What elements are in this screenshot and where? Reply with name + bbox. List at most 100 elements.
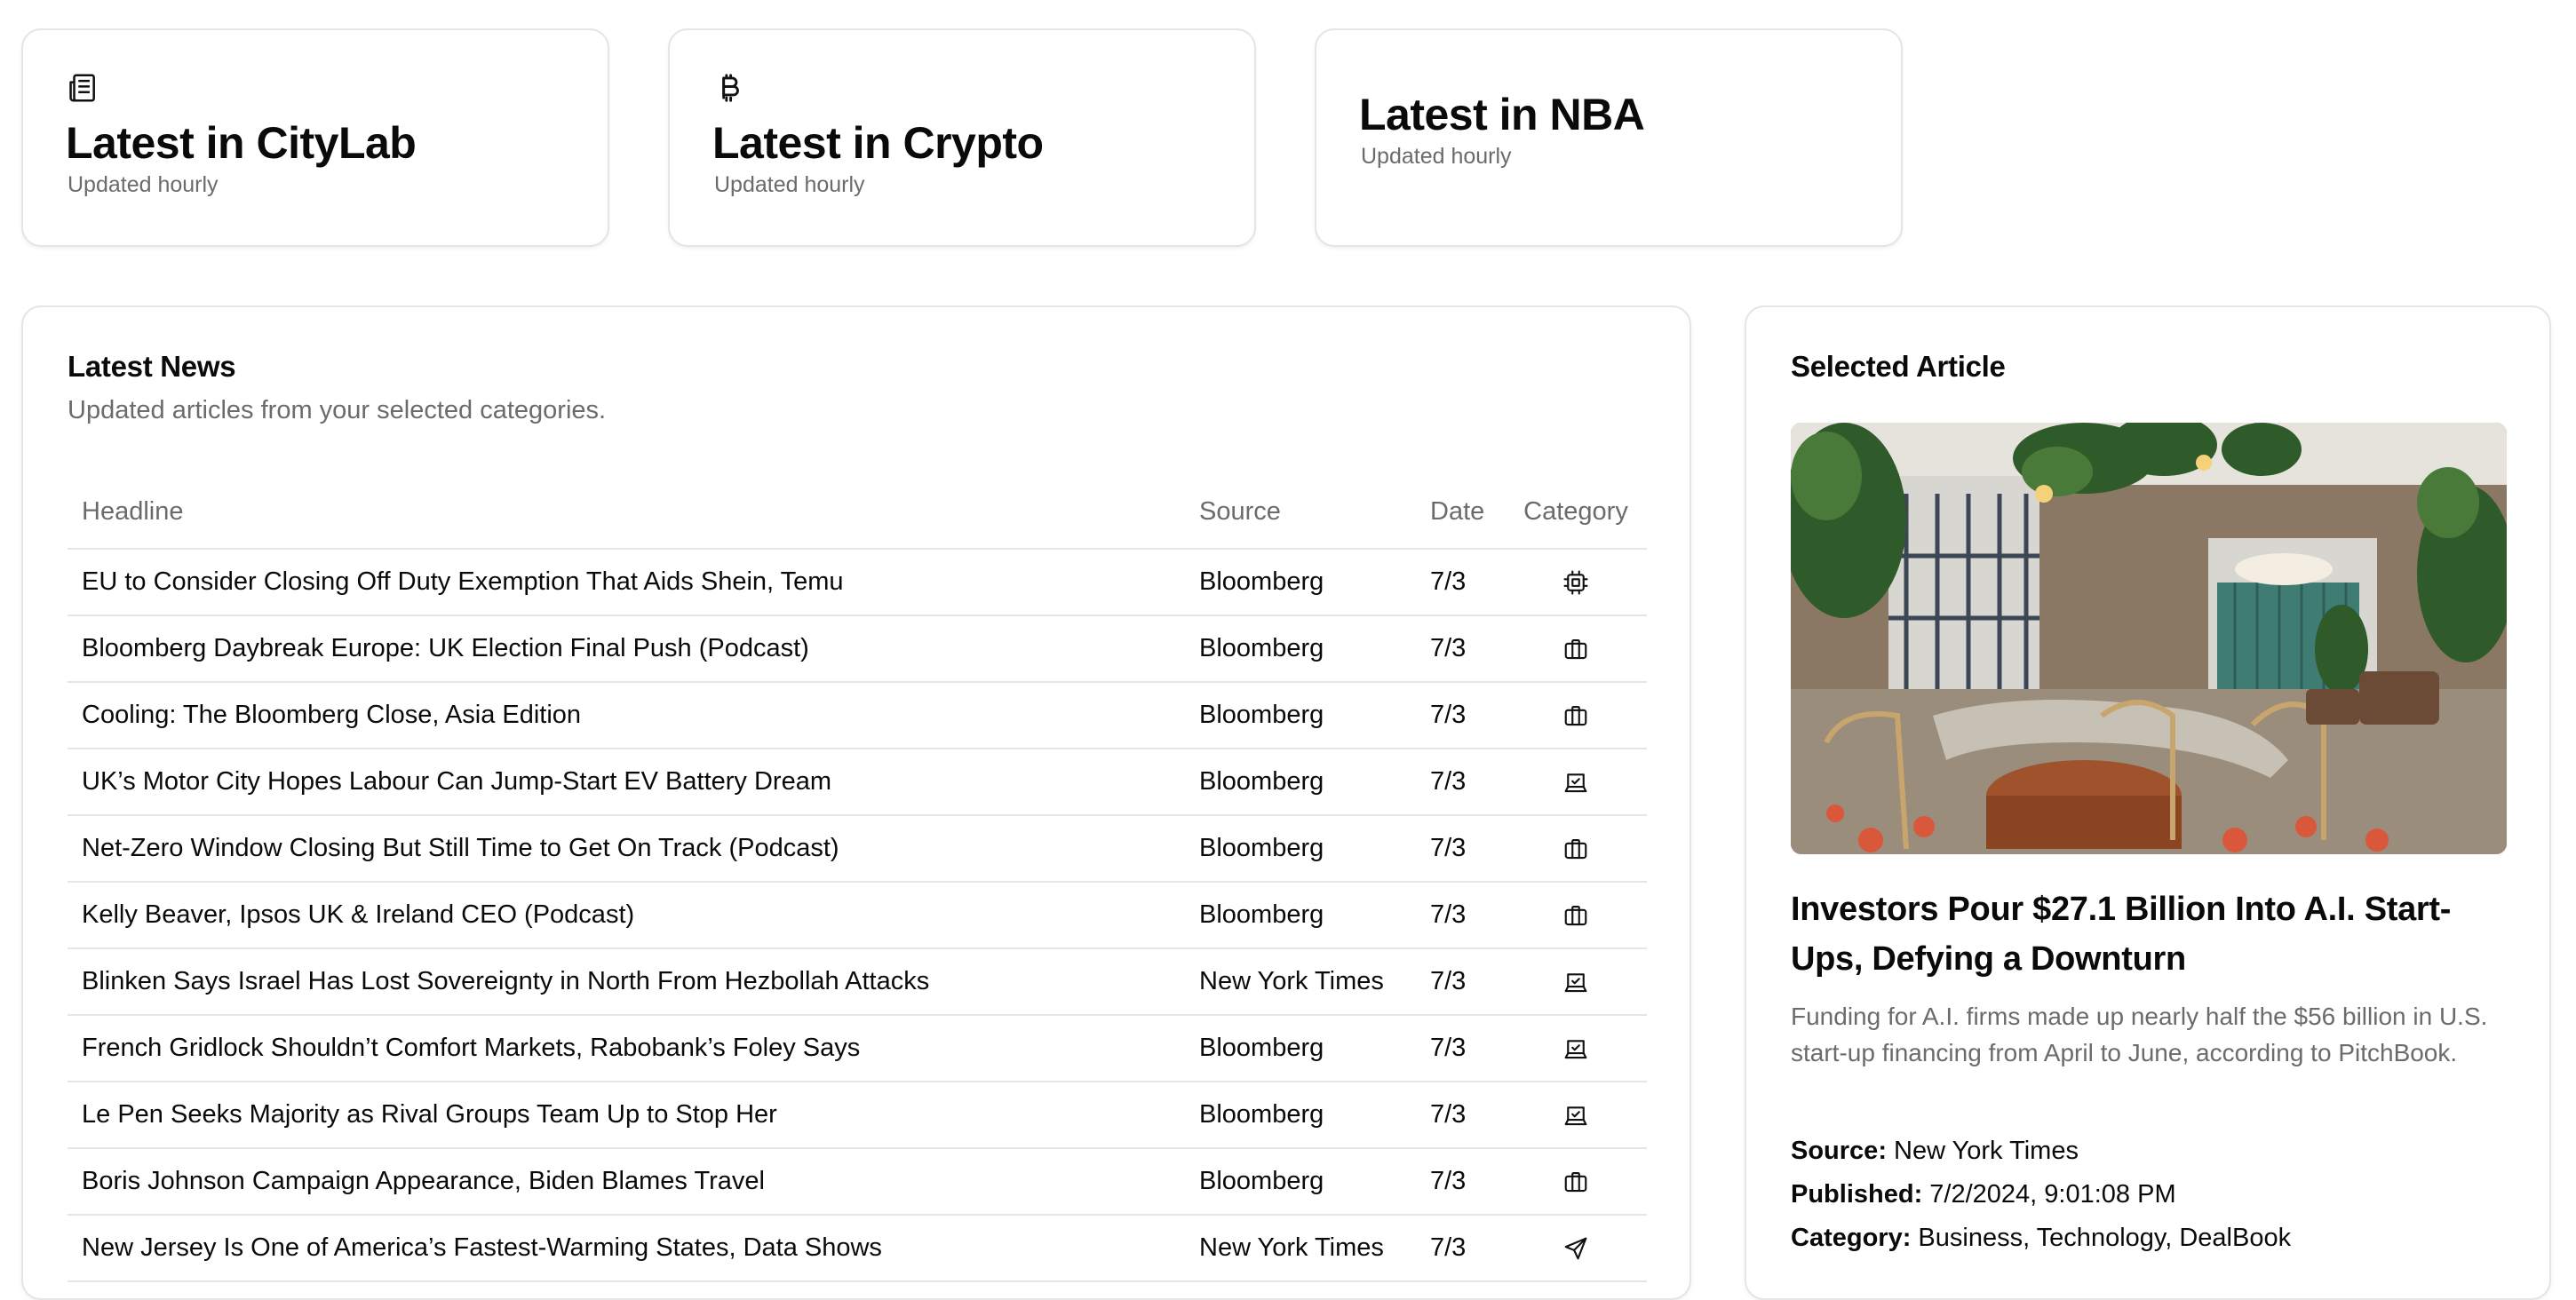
column-header-source[interactable]: Source xyxy=(1185,476,1416,550)
topic-card-nba[interactable]: Latest in NBA Updated hourly xyxy=(1315,28,1903,247)
published-label: Published: xyxy=(1791,1180,1923,1209)
ballot-box-icon xyxy=(1562,1034,1589,1062)
date-cell: 7/3 xyxy=(1416,749,1505,816)
source-cell: Bloomberg xyxy=(1185,615,1416,683)
category-cell xyxy=(1505,749,1647,816)
category-cell xyxy=(1505,549,1647,616)
headline-cell: EU to Consider Closing Off Duty Exemptio… xyxy=(68,549,1185,616)
table-row[interactable]: EU to Consider Closing Off Duty Exemptio… xyxy=(68,549,1647,616)
source-label: Source: xyxy=(1791,1137,1887,1165)
topic-subtitle: Updated hourly xyxy=(68,172,219,197)
headline-cell: Cooling: The Bloomberg Close, Asia Editi… xyxy=(68,682,1185,749)
table-row[interactable]: Blinken Says Israel Has Lost Sovereignty… xyxy=(68,948,1647,1016)
date-cell: 7/3 xyxy=(1416,882,1505,949)
ballot-box-icon xyxy=(1562,1100,1589,1129)
category-cell xyxy=(1505,948,1647,1016)
category-label: Category: xyxy=(1791,1224,1912,1252)
topic-subtitle: Updated hourly xyxy=(1361,144,1512,169)
table-row[interactable]: Le Pen Seeks Majority as Rival Groups Te… xyxy=(68,1082,1647,1149)
headline-cell: Kelly Beaver, Ipsos UK & Ireland CEO (Po… xyxy=(68,882,1185,949)
category-cell xyxy=(1505,882,1647,949)
date-cell: 7/3 xyxy=(1416,615,1505,683)
date-cell: 7/3 xyxy=(1416,1015,1505,1082)
news-card-title: Latest News xyxy=(68,350,236,383)
category-cell xyxy=(1505,1015,1647,1082)
headline-cell: Net-Zero Window Closing But Still Time t… xyxy=(68,815,1185,883)
ballot-box-icon xyxy=(1562,767,1589,796)
source-cell: Bloomberg xyxy=(1185,1148,1416,1216)
article-summary: Funding for A.I. firms made up nearly ha… xyxy=(1791,1003,2488,1066)
category-cell xyxy=(1505,682,1647,749)
source-cell: Bloomberg xyxy=(1185,815,1416,883)
headline-cell: Le Pen Seeks Majority as Rival Groups Te… xyxy=(68,1082,1185,1149)
article-headline[interactable]: Investors Pour $27.1 Billion Into A.I. S… xyxy=(1791,884,2510,984)
column-header-date[interactable]: Date xyxy=(1416,476,1505,550)
category-cell xyxy=(1505,815,1647,883)
topic-subtitle: Updated hourly xyxy=(714,172,865,197)
table-row[interactable]: UK’s Motor City Hopes Labour Can Jump-St… xyxy=(68,749,1647,816)
briefcase-icon xyxy=(1562,634,1589,662)
table-row[interactable]: Cooling: The Bloomberg Close, Asia Editi… xyxy=(68,682,1647,749)
category-value: Business, Technology, DealBook xyxy=(1918,1224,2292,1252)
table-row[interactable]: French Gridlock Shouldn’t Comfort Market… xyxy=(68,1015,1647,1082)
topic-title: Latest in NBA xyxy=(1359,90,1645,139)
latest-news-card: Latest News Updated articles from your s… xyxy=(21,305,1691,1300)
category-cell xyxy=(1505,1215,1647,1282)
date-cell: 7/3 xyxy=(1416,815,1505,883)
column-header-category[interactable]: Category xyxy=(1505,476,1647,550)
source-cell: New York Times xyxy=(1185,948,1416,1016)
column-header-headline[interactable]: Headline xyxy=(68,476,1185,550)
briefcase-icon xyxy=(1562,1167,1589,1195)
date-cell: 7/3 xyxy=(1416,1148,1505,1216)
topic-title: Latest in Crypto xyxy=(712,118,1044,168)
table-row[interactable]: Boris Johnson Campaign Appearance, Biden… xyxy=(68,1148,1647,1216)
category-cell xyxy=(1505,1082,1647,1149)
selected-article-card: Selected Article Investors Pour $27.1 Bi… xyxy=(1745,305,2551,1300)
ballot-box-icon xyxy=(1562,967,1589,995)
published-value: 7/2/2024, 9:01:08 PM xyxy=(1929,1180,2176,1209)
date-cell: 7/3 xyxy=(1416,1215,1505,1282)
headline-cell: Bloomberg Daybreak Europe: UK Election F… xyxy=(68,615,1185,683)
newspaper-icon xyxy=(66,71,99,105)
table-row[interactable]: Net-Zero Window Closing But Still Time t… xyxy=(68,815,1647,883)
briefcase-icon xyxy=(1562,701,1589,729)
source-cell: Bloomberg xyxy=(1185,1082,1416,1149)
article-source-line: Source: New York Times xyxy=(1791,1137,2079,1166)
bitcoin-icon xyxy=(712,71,746,105)
source-cell: Bloomberg xyxy=(1185,549,1416,616)
article-category-line: Category: Business, Technology, DealBook xyxy=(1791,1224,2291,1253)
date-cell: 7/3 xyxy=(1416,682,1505,749)
topic-card-citylab[interactable]: Latest in CityLab Updated hourly xyxy=(21,28,609,247)
topic-card-crypto[interactable]: Latest in Crypto Updated hourly xyxy=(668,28,1256,247)
date-cell: 7/3 xyxy=(1416,1082,1505,1149)
news-table: Headline Source Date Category EU to Cons… xyxy=(68,476,1647,1282)
table-row[interactable]: New Jersey Is One of America’s Fastest-W… xyxy=(68,1215,1647,1282)
source-cell: Bloomberg xyxy=(1185,682,1416,749)
source-cell: New York Times xyxy=(1185,1215,1416,1282)
headline-cell: Blinken Says Israel Has Lost Sovereignty… xyxy=(68,948,1185,1016)
cpu-chip-icon xyxy=(1562,567,1589,596)
source-value: New York Times xyxy=(1894,1137,2079,1165)
table-row[interactable]: Bloomberg Daybreak Europe: UK Election F… xyxy=(68,615,1647,683)
article-image xyxy=(1791,423,2507,854)
table-row[interactable]: Kelly Beaver, Ipsos UK & Ireland CEO (Po… xyxy=(68,882,1647,949)
table-header-row: Headline Source Date Category xyxy=(68,476,1647,550)
date-cell: 7/3 xyxy=(1416,549,1505,616)
news-card-description: Updated articles from your selected cate… xyxy=(68,396,607,424)
source-cell: Bloomberg xyxy=(1185,1015,1416,1082)
category-cell xyxy=(1505,615,1647,683)
category-cell xyxy=(1505,1148,1647,1216)
article-published-line: Published: 7/2/2024, 9:01:08 PM xyxy=(1791,1180,2176,1209)
send-arrow-icon xyxy=(1562,1233,1589,1262)
headline-cell: New Jersey Is One of America’s Fastest-W… xyxy=(68,1215,1185,1282)
topic-title: Latest in CityLab xyxy=(66,118,417,168)
headline-cell: French Gridlock Shouldn’t Comfort Market… xyxy=(68,1015,1185,1082)
source-cell: Bloomberg xyxy=(1185,749,1416,816)
headline-cell: UK’s Motor City Hopes Labour Can Jump-St… xyxy=(68,749,1185,816)
date-cell: 7/3 xyxy=(1416,948,1505,1016)
source-cell: Bloomberg xyxy=(1185,882,1416,949)
briefcase-icon xyxy=(1562,834,1589,862)
article-panel-title: Selected Article xyxy=(1791,350,2006,383)
briefcase-icon xyxy=(1562,900,1589,929)
headline-cell: Boris Johnson Campaign Appearance, Biden… xyxy=(68,1148,1185,1216)
